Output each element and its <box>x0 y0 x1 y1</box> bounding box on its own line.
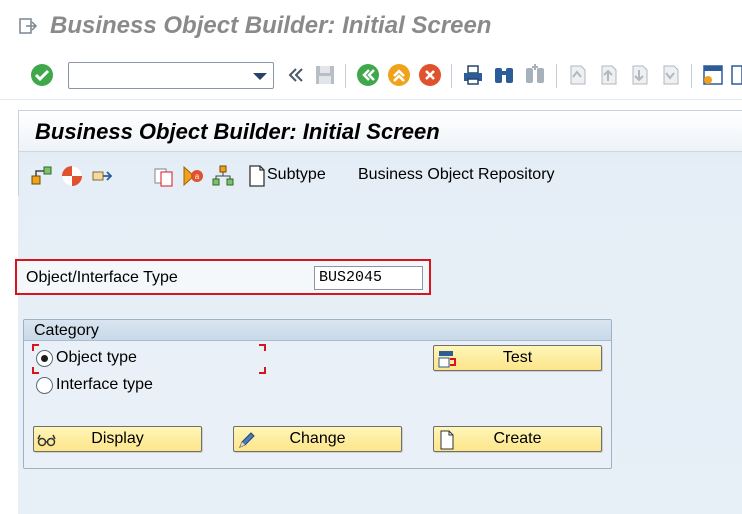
save-icon[interactable] <box>313 63 337 87</box>
radio-unselected[interactable] <box>36 377 53 394</box>
copy-icon[interactable] <box>152 164 176 188</box>
last-page-icon[interactable] <box>658 63 682 87</box>
where-used-icon[interactable] <box>90 164 114 188</box>
relationships-icon[interactable] <box>211 164 235 188</box>
exit-menu-icon[interactable] <box>18 16 38 36</box>
screen-header: Business Object Builder: Initial Screen <box>18 110 742 152</box>
print-icon[interactable] <box>461 63 485 87</box>
subtype-icon[interactable] <box>245 164 269 188</box>
chevron-down-icon[interactable] <box>253 73 267 80</box>
create-session-icon[interactable] <box>701 63 725 87</box>
change-button-label: Change <box>289 430 346 447</box>
display-button-label: Display <box>91 430 144 447</box>
find-next-icon[interactable] <box>523 63 547 87</box>
title-bar: Business Object Builder: Initial Screen <box>0 0 742 52</box>
object-type-field-highlight: Object/Interface Type BUS2045 <box>15 259 431 295</box>
test-button[interactable]: Test <box>433 345 602 371</box>
interface-type-radio-label: Interface type <box>56 376 153 393</box>
create-button-label: Create <box>493 430 542 447</box>
object-type-radio-label: Object type <box>56 349 137 366</box>
window-title: Business Object Builder: Initial Screen <box>50 12 492 39</box>
enter-icon[interactable] <box>30 63 54 87</box>
page-title: Business Object Builder: Initial Screen <box>35 119 440 144</box>
category-header: Category <box>24 320 611 341</box>
next-page-icon[interactable] <box>627 63 651 87</box>
category-title: Category <box>34 322 99 339</box>
delete-icon[interactable] <box>60 164 84 188</box>
svg-text:a: a <box>195 172 200 181</box>
program-icon[interactable]: a <box>181 164 205 188</box>
change-button[interactable]: Change <box>233 426 402 452</box>
command-input[interactable] <box>73 66 241 85</box>
cancel-icon[interactable] <box>418 63 442 87</box>
collapse-icon[interactable] <box>284 63 308 87</box>
application-toolbar: a Subtype Business Object Repository <box>18 152 742 196</box>
radio-selected[interactable] <box>36 350 53 367</box>
test-button-label: Test <box>502 349 533 366</box>
subtype-button[interactable]: Subtype <box>267 166 326 184</box>
repository-button[interactable]: Business Object Repository <box>358 166 555 184</box>
command-field[interactable] <box>68 62 274 89</box>
create-button[interactable]: Create <box>433 426 602 452</box>
find-icon[interactable] <box>492 63 516 87</box>
first-page-icon[interactable] <box>565 63 589 87</box>
exit-icon[interactable] <box>387 63 411 87</box>
shortcut-icon[interactable] <box>731 63 742 87</box>
back-icon[interactable] <box>356 63 380 87</box>
other-object-icon[interactable] <box>30 164 54 188</box>
object-type-label: Object/Interface Type <box>26 269 178 286</box>
category-group: Category Object type Interface type Test… <box>23 319 612 469</box>
system-toolbar <box>0 52 742 100</box>
object-type-input[interactable]: BUS2045 <box>314 266 423 290</box>
display-button[interactable]: Display <box>33 426 202 452</box>
previous-page-icon[interactable] <box>596 63 620 87</box>
